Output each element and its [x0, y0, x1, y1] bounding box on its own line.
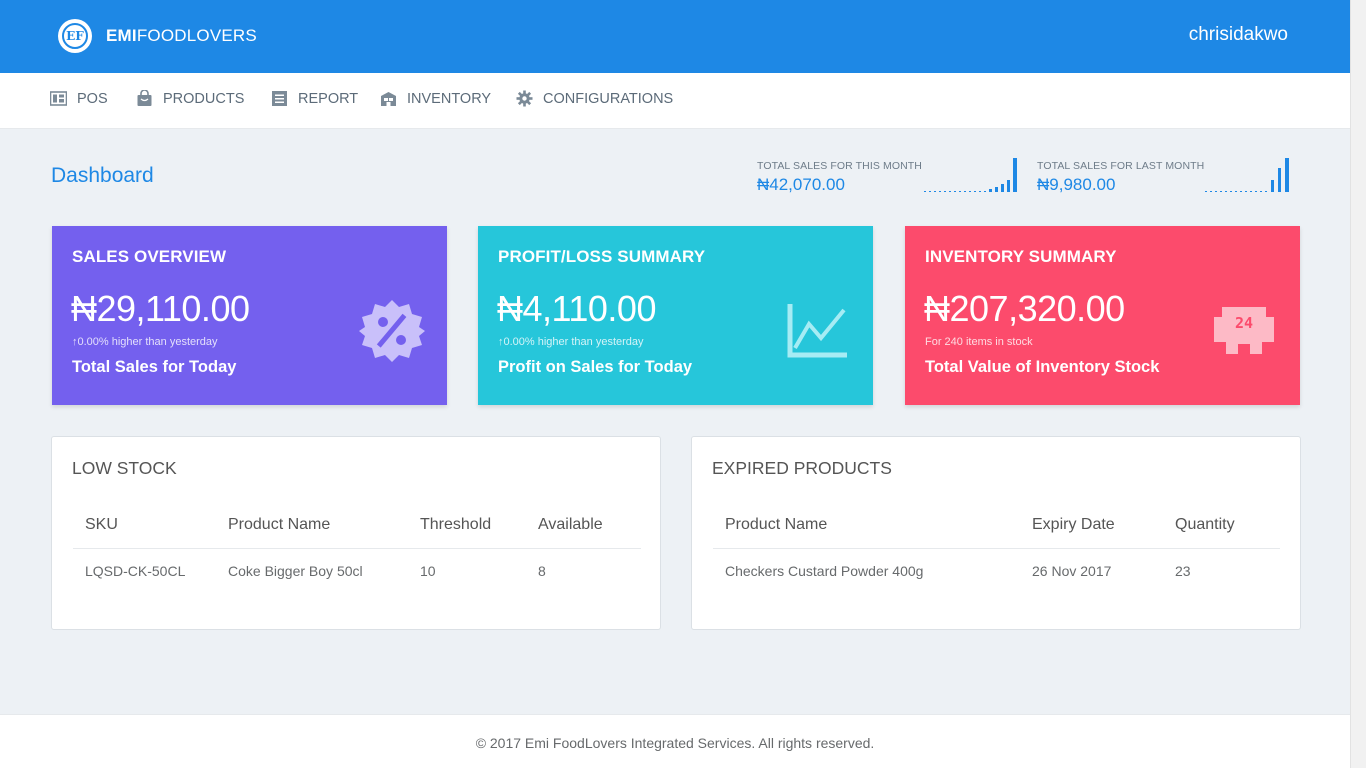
stat-this-month-value: ₦42,070.00 — [757, 175, 845, 194]
table-cell: Coke Bigger Boy 50cl — [228, 563, 363, 580]
card-footer: Profit on Sales for Today — [498, 358, 693, 376]
table-cell: 8 — [538, 563, 546, 580]
inventory-summary-card: INVENTORY SUMMARY ₦207,320.00 For 240 it… — [905, 226, 1300, 405]
expired-products-panel: EXPIRED PRODUCTS Product Name Expiry Dat… — [691, 436, 1301, 630]
column-header: Available — [526, 503, 641, 549]
page-title: Dashboard — [51, 164, 154, 187]
sales-overview-card: SALES OVERVIEW ₦29,110.00 ↑0.00% higher … — [52, 226, 447, 405]
page-scrollbar[interactable] — [1350, 0, 1366, 768]
gear-icon — [516, 90, 533, 107]
table-cell: Checkers Custard Powder 400g — [725, 563, 924, 580]
card-value: ₦207,320.00 — [924, 288, 1125, 329]
column-header: Expiry Date — [1020, 503, 1163, 549]
card-title: SALES OVERVIEW — [72, 247, 227, 266]
nav-item-products[interactable]: PRODUCTS — [136, 90, 244, 107]
list-icon — [272, 91, 287, 106]
nav-item-configurations[interactable]: CONFIGURATIONS — [516, 90, 673, 107]
store-24-label: 24 — [1235, 314, 1253, 332]
copyright-text: © 2017 Emi FoodLovers Integrated Service… — [475, 735, 875, 751]
cash-register-icon — [50, 91, 67, 106]
stat-this-month-label: TOTAL SALES FOR THIS MONTH — [757, 160, 922, 172]
table-header-row: SKU Product Name Threshold Available — [73, 503, 641, 549]
card-subtext: ↑0.00% higher than yesterday — [498, 336, 644, 348]
sparkline-last-month — [1205, 158, 1289, 192]
store-24-icon: 24 — [1214, 307, 1274, 354]
top-bar: EF EMIFOODLOVERS chrisidakwo — [0, 0, 1350, 73]
expired-products-table: Product Name Expiry Date Quantity Checke… — [713, 503, 1280, 594]
card-value: ₦4,110.00 — [497, 288, 656, 329]
discount-badge-icon — [359, 300, 425, 362]
stat-last-month-label: TOTAL SALES FOR LAST MONTH — [1037, 160, 1205, 172]
column-header: Product Name — [713, 503, 1020, 549]
panel-title: EXPIRED PRODUCTS — [712, 458, 892, 478]
card-title: PROFIT/LOSS SUMMARY — [498, 247, 706, 266]
warehouse-icon — [381, 92, 396, 106]
nav-item-pos[interactable]: POS — [50, 90, 108, 107]
stat-this-month: TOTAL SALES FOR THIS MONTH ₦42,070.00 — [757, 160, 922, 195]
sparkline-this-month — [924, 158, 1017, 192]
low-stock-panel: LOW STOCK SKU Product Name Threshold Ava… — [51, 436, 661, 630]
card-footer: Total Value of Inventory Stock — [925, 358, 1160, 376]
low-stock-table: SKU Product Name Threshold Available LQS… — [73, 503, 641, 594]
column-header: Quantity — [1163, 503, 1280, 549]
card-value: ₦29,110.00 — [71, 288, 250, 329]
column-header: Threshold — [408, 503, 526, 549]
table-header-row: Product Name Expiry Date Quantity — [713, 503, 1280, 549]
shopping-bag-icon — [137, 90, 152, 106]
column-header: SKU — [73, 503, 216, 549]
page-footer: © 2017 Emi FoodLovers Integrated Service… — [0, 714, 1350, 768]
nav-item-inventory[interactable]: INVENTORY — [380, 90, 491, 107]
logo-mark: EF — [58, 19, 92, 53]
table-cell: 26 Nov 2017 — [1032, 563, 1112, 580]
brand-logo[interactable]: EF EMIFOODLOVERS — [58, 19, 257, 53]
main-nav: POS PRODUCTS REPORT INVENTORY CONFIGURAT… — [0, 73, 1350, 129]
brand-name: EMIFOODLOVERS — [106, 26, 257, 45]
card-title: INVENTORY SUMMARY — [925, 247, 1117, 266]
line-chart-icon — [787, 304, 847, 358]
stat-last-month: TOTAL SALES FOR LAST MONTH ₦9,980.00 — [1037, 160, 1204, 195]
table-cell: 23 — [1175, 563, 1191, 580]
nav-item-report[interactable]: REPORT — [271, 90, 358, 107]
card-footer: Total Sales for Today — [72, 358, 237, 376]
table-row[interactable]: Checkers Custard Powder 400g 26 Nov 2017… — [713, 548, 1280, 594]
card-subtext: ↑0.00% higher than yesterday — [72, 336, 218, 348]
card-subtext: For 240 items in stock — [925, 336, 1033, 348]
profit-loss-card: PROFIT/LOSS SUMMARY ₦4,110.00 ↑0.00% hig… — [478, 226, 873, 405]
user-menu[interactable]: chrisidakwo — [1189, 24, 1288, 46]
table-row[interactable]: LQSD-CK-50CL Coke Bigger Boy 50cl 10 8 — [73, 548, 641, 594]
panel-title: LOW STOCK — [72, 458, 177, 478]
stat-last-month-value: ₦9,980.00 — [1037, 175, 1116, 194]
table-cell: 10 — [420, 563, 436, 580]
table-cell: LQSD-CK-50CL — [85, 563, 186, 580]
column-header: Product Name — [216, 503, 408, 549]
